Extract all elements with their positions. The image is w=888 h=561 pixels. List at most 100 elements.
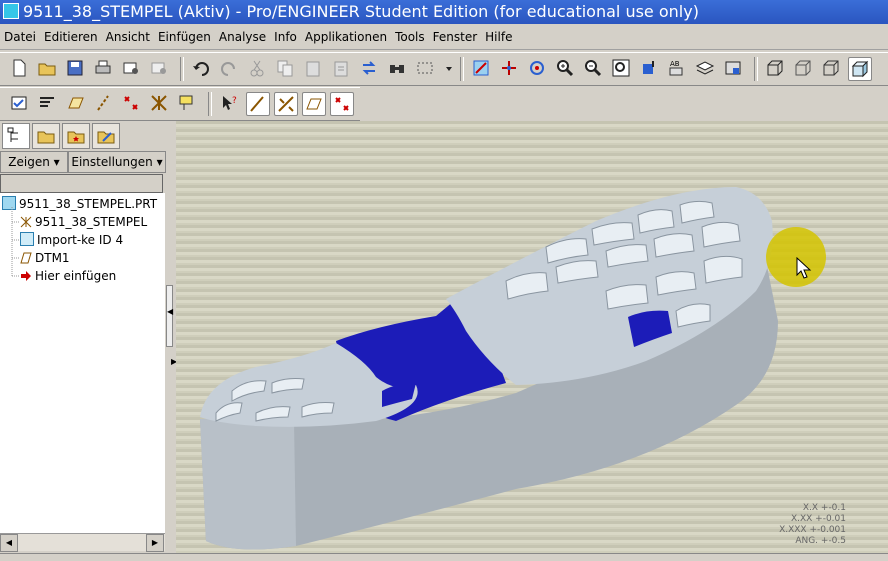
dropdown-arrow-icon[interactable]	[438, 57, 452, 79]
datum-axes-icon[interactable]	[92, 92, 114, 114]
datum-display-icon[interactable]	[8, 92, 30, 114]
menu-analyse[interactable]: Analyse	[215, 25, 270, 49]
orient-mode-icon[interactable]	[526, 57, 548, 79]
open-folder-icon[interactable]	[36, 57, 58, 79]
menu-info[interactable]: Info	[270, 25, 301, 49]
model-tree: 9511_38_STEMPEL.PRT 9511_38_STEMPEL Impo…	[0, 193, 165, 533]
spin-center-icon[interactable]	[498, 57, 520, 79]
shoe-sole-model[interactable]	[176, 121, 888, 553]
send-mail-icon[interactable]	[120, 57, 142, 79]
tab-connections[interactable]	[92, 123, 120, 149]
datum-points-icon[interactable]	[120, 92, 142, 114]
tab-favorites[interactable]	[62, 123, 90, 149]
saved-views-icon[interactable]: AB	[666, 57, 688, 79]
refit-icon[interactable]	[610, 57, 632, 79]
tree-item-label: 9511_38_STEMPEL	[35, 215, 148, 229]
menu-ansicht[interactable]: Ansicht	[102, 25, 154, 49]
repaint-icon[interactable]	[470, 57, 492, 79]
cut-icon[interactable]	[246, 57, 268, 79]
menu-editieren[interactable]: Editieren	[40, 25, 102, 49]
tolerance-line: X.XXX +-0.001	[779, 525, 846, 535]
chevron-down-icon: ▾	[156, 155, 163, 169]
context-help-icon[interactable]: ?	[218, 92, 240, 114]
menu-hilfe[interactable]: Hilfe	[481, 25, 516, 49]
hidden-line-icon[interactable]	[792, 57, 814, 79]
scroll-right-icon[interactable]: ▶	[146, 534, 164, 552]
plane-tool-icon[interactable]	[246, 92, 270, 116]
tree-item-label: Import-ke ID 4	[37, 233, 124, 247]
sketch-tool-icon[interactable]	[302, 92, 326, 116]
regenerate-icon[interactable]	[358, 57, 380, 79]
reorient-icon[interactable]	[638, 57, 660, 79]
mail-link-icon[interactable]	[148, 57, 170, 79]
menu-fenster[interactable]: Fenster	[429, 25, 482, 49]
menu-bar: Datei Editieren Ansicht Einfügen Analyse Info…	[0, 25, 888, 50]
print-icon[interactable]	[92, 57, 114, 79]
tree-filter-field[interactable]	[0, 174, 163, 193]
tolerance-table: X.X +-0.1 X.XX +-0.01 X.XXX +-0.001 ANG.…	[766, 503, 846, 547]
tree-item-import[interactable]: Import-ke ID 4	[20, 231, 123, 249]
tab-folder-browser[interactable]	[32, 123, 60, 149]
tree-connector-lines	[11, 207, 20, 277]
toolbar-separator	[208, 92, 212, 116]
wireframe-icon[interactable]	[764, 57, 786, 79]
toolbar-separator	[180, 57, 184, 81]
model-navigator: Zeigen ▾ Einstellungen ▾ 9511_38_STEMPEL…	[0, 121, 166, 553]
redo-icon[interactable]	[218, 57, 240, 79]
menu-einfuegen[interactable]: Einfügen	[154, 25, 215, 49]
settings-dropdown-button[interactable]: Einstellungen ▾	[68, 151, 166, 173]
menu-applikationen[interactable]: Applikationen	[301, 25, 391, 49]
undo-icon[interactable]	[190, 57, 212, 79]
toolbar-separator	[460, 57, 464, 81]
tree-item-label: 9511_38_STEMPEL.PRT	[19, 197, 158, 211]
tolerance-line: ANG. +-0.5	[795, 536, 846, 546]
menu-tools[interactable]: Tools	[391, 25, 429, 49]
menu-datei[interactable]: Datei	[0, 25, 40, 49]
select-box-icon[interactable]	[414, 57, 436, 79]
view-manager-icon[interactable]	[722, 57, 744, 79]
settings-label: Einstellungen	[71, 155, 153, 169]
shading-icon[interactable]	[848, 57, 872, 81]
model-side-shade	[200, 419, 296, 550]
toolbar-separator	[754, 57, 758, 81]
tree-item-insert-here[interactable]: Hier einfügen	[20, 267, 116, 285]
app-icon	[3, 3, 19, 19]
annotation-icon[interactable]	[176, 92, 198, 114]
save-icon[interactable]	[64, 57, 86, 79]
axis-tool-icon[interactable]	[274, 92, 298, 116]
title-bar: 9511_38_STEMPEL (Aktiv) - Pro/ENGINEER S…	[0, 0, 888, 24]
tree-horizontal-scrollbar[interactable]: ◀ ▶	[0, 533, 165, 552]
show-label: Zeigen	[8, 155, 50, 169]
splitter-grip[interactable]	[166, 285, 173, 347]
svg-text:AB: AB	[670, 60, 680, 68]
point-tool-icon[interactable]	[330, 92, 354, 116]
tolerance-line: X.XX +-0.01	[790, 514, 846, 524]
no-hidden-icon[interactable]	[820, 57, 842, 79]
toolbar-main: AB	[0, 52, 888, 86]
tree-item-csys[interactable]: 9511_38_STEMPEL	[20, 213, 147, 231]
datum-csys-toggle-icon[interactable]	[148, 92, 170, 114]
tab-model-tree[interactable]	[2, 123, 30, 149]
mouse-pointer-icon	[796, 257, 812, 279]
paste-icon[interactable]	[302, 57, 324, 79]
copy-icon[interactable]	[274, 57, 296, 79]
tree-item-label: Hier einfügen	[35, 269, 117, 283]
datum-planes-icon[interactable]	[64, 92, 86, 114]
window-title: 9511_38_STEMPEL (Aktiv) - Pro/ENGINEER S…	[23, 2, 699, 21]
show-dropdown-button[interactable]: Zeigen ▾	[0, 151, 68, 173]
zoom-in-icon[interactable]	[554, 57, 576, 79]
find-icon[interactable]	[386, 57, 408, 79]
collapse-left-icon[interactable]: ◀	[167, 307, 173, 316]
layers-icon[interactable]	[694, 57, 716, 79]
paste-special-icon[interactable]	[330, 57, 352, 79]
chevron-down-icon: ▾	[53, 155, 60, 169]
panel-splitter[interactable]: ◀ ▶	[166, 121, 177, 553]
svg-text:?: ?	[232, 96, 237, 106]
toolbar-datum: ?	[0, 87, 360, 121]
graphics-window[interactable]: X.X +-0.1 X.XX +-0.01 X.XXX +-0.001 ANG.…	[176, 121, 888, 553]
scroll-left-icon[interactable]: ◀	[0, 534, 18, 552]
zoom-out-icon[interactable]	[582, 57, 604, 79]
new-file-icon[interactable]	[8, 57, 30, 79]
display-filter-icon[interactable]	[36, 92, 58, 114]
toolbar-empty-area	[360, 87, 888, 121]
